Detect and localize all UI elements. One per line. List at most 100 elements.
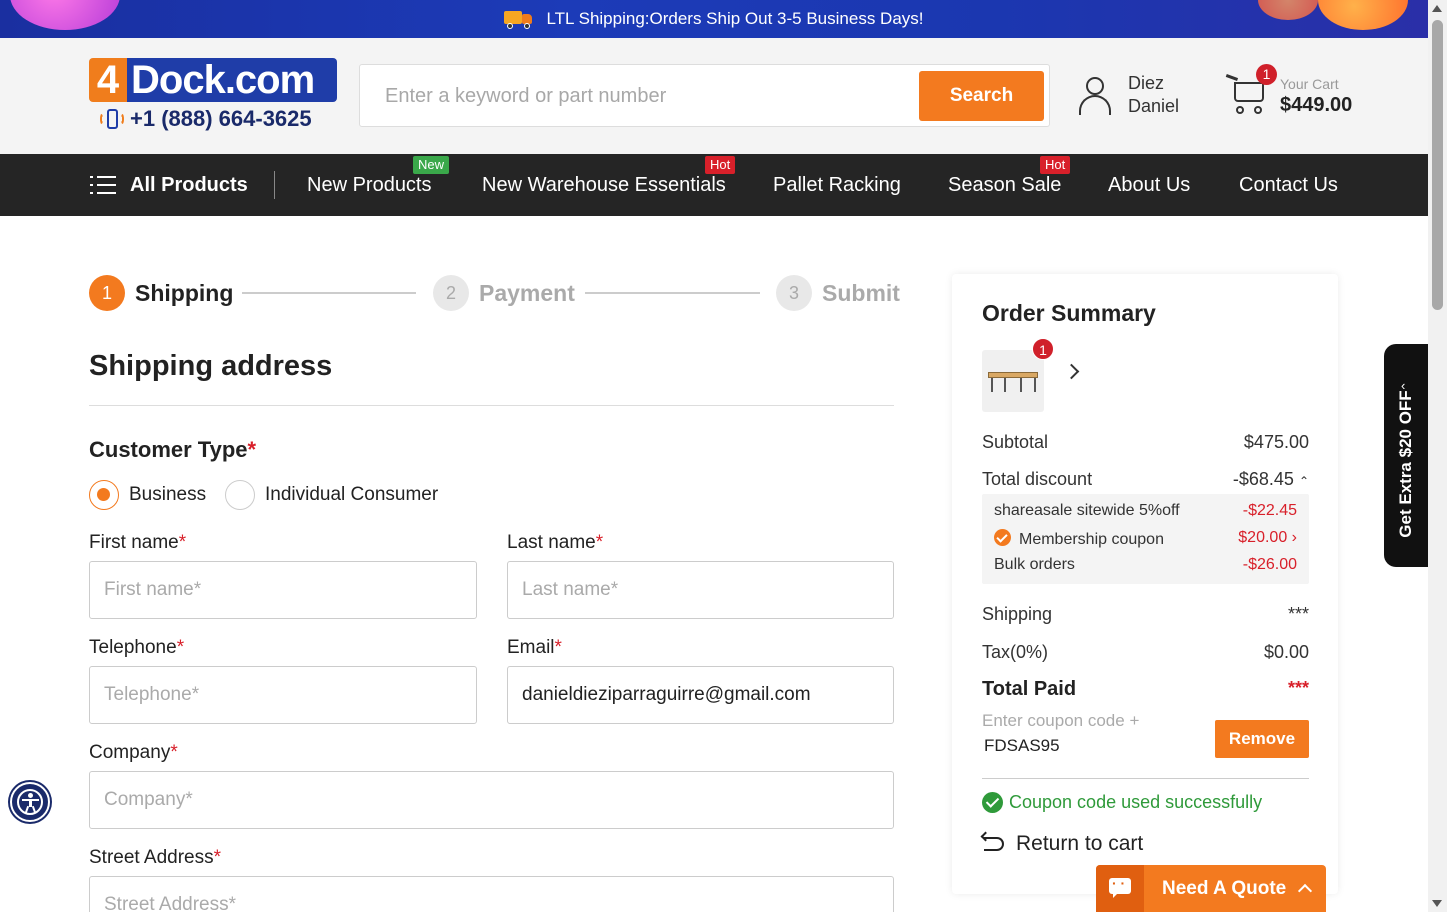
step-shipping: 1 Shipping xyxy=(89,275,233,311)
return-to-cart-link[interactable]: Return to cart xyxy=(980,831,1144,856)
scrollbar-thumb[interactable] xyxy=(1432,20,1443,310)
promo-side-tab[interactable]: ‹ Get Extra $20 OFF xyxy=(1384,344,1428,567)
discount-item-label: Bulk orders xyxy=(994,556,1075,573)
user-account[interactable]: Diez Daniel xyxy=(1076,72,1179,118)
telephone-label: Telephone* xyxy=(89,637,185,658)
discount-details: shareasale sitewide 5%off -$22.45 Member… xyxy=(982,494,1309,584)
radio-circle xyxy=(225,480,255,510)
telephone-field[interactable] xyxy=(89,666,477,724)
subtotal-value: $475.00 xyxy=(1243,432,1309,452)
phone-icon xyxy=(100,108,124,130)
logo-prefix: 4 xyxy=(89,58,127,102)
cart-label: Your Cart xyxy=(1280,76,1339,92)
top-banner: LTL Shipping:Orders Ship Out 3-5 Busines… xyxy=(0,0,1428,38)
scrollbar[interactable] xyxy=(1428,0,1447,912)
company-field[interactable] xyxy=(89,771,894,829)
chevron-right-icon[interactable] xyxy=(1063,363,1080,380)
nav-new-products[interactable]: New Products New xyxy=(307,154,450,216)
user-icon xyxy=(1076,75,1114,115)
search-input[interactable] xyxy=(372,73,912,119)
nav-all-products[interactable]: All Products xyxy=(90,154,248,216)
total-paid-value: *** xyxy=(1287,678,1309,698)
product-thumbnail[interactable] xyxy=(982,350,1044,412)
order-summary: Order Summary 1 Subtotal $475.00 Total d… xyxy=(952,274,1338,894)
site-header: 4 Dock.com +1 (888) 664-3625 Search Diez… xyxy=(0,38,1428,154)
truck-icon xyxy=(504,9,534,29)
chevron-up-icon xyxy=(1298,883,1313,899)
step-payment: 2 Payment xyxy=(433,275,575,311)
discount-item-value: -$22.45 xyxy=(1242,502,1297,519)
radio-label: Individual Consumer xyxy=(265,484,439,505)
discount-item-label: shareasale sitewide 5%off xyxy=(994,502,1180,519)
discount-value: -$68.45 xyxy=(1232,469,1294,489)
shipping-value: *** xyxy=(1287,604,1309,624)
banner-decoration xyxy=(1318,0,1408,30)
chevron-right-icon: › xyxy=(1291,529,1297,546)
nav-contact-us[interactable]: Contact Us xyxy=(1239,154,1338,216)
email-label: Email* xyxy=(507,637,562,658)
radio-individual-consumer[interactable]: Individual Consumer xyxy=(225,480,438,510)
banner-decoration xyxy=(1258,0,1318,20)
user-last-name: Daniel xyxy=(1128,96,1180,116)
email-field[interactable] xyxy=(507,666,894,724)
shipping-label: Shipping xyxy=(982,604,1053,624)
nav-label: Contact Us xyxy=(1239,174,1338,196)
cart-count-badge: 1 xyxy=(1256,64,1277,85)
divider xyxy=(982,778,1309,779)
phone-text: +1 (888) 664-3625 xyxy=(130,106,312,131)
search-button[interactable]: Search xyxy=(919,71,1044,121)
order-summary-title: Order Summary xyxy=(982,300,1156,326)
step-label: Submit xyxy=(822,279,900,306)
last-name-label: Last name* xyxy=(507,532,604,553)
page-title: Shipping address xyxy=(89,350,333,382)
step-submit: 3 Submit xyxy=(776,275,900,311)
divider xyxy=(89,405,894,406)
first-name-field[interactable] xyxy=(89,561,477,619)
nav-season-sale[interactable]: Season Sale Hot xyxy=(948,154,1071,216)
discount-item: shareasale sitewide 5%off -$22.45 xyxy=(994,502,1297,520)
discount-item: Bulk orders -$26.00 xyxy=(994,556,1297,574)
last-name-field[interactable] xyxy=(507,561,894,619)
nav-label: Season Sale xyxy=(948,174,1062,196)
step-number: 2 xyxy=(433,275,469,311)
check-icon xyxy=(994,529,1011,546)
radio-label: Business xyxy=(129,484,207,505)
chevron-up-icon: ⌃ xyxy=(1298,474,1309,488)
return-icon xyxy=(980,831,1006,853)
first-name-label: First name* xyxy=(89,532,187,553)
return-text: Return to cart xyxy=(1016,832,1144,855)
nav-pallet-racking[interactable]: Pallet Racking xyxy=(773,154,901,216)
chat-icon xyxy=(1096,865,1144,912)
nav-label: New Products xyxy=(307,174,432,196)
scroll-up-icon[interactable] xyxy=(1432,5,1442,12)
nav-label: New Warehouse Essentials xyxy=(482,174,726,196)
nav-label: Pallet Racking xyxy=(773,174,901,196)
nav-about-us[interactable]: About Us xyxy=(1108,154,1190,216)
success-text: Coupon code used successfully xyxy=(1009,792,1263,812)
customer-type-label: Customer Type* xyxy=(89,437,257,462)
tax-row: Tax(0%) $0.00 xyxy=(982,642,1309,663)
discount-item-value: $20.00 xyxy=(1238,529,1288,546)
radio-business[interactable]: Business xyxy=(89,480,206,510)
quote-label: Need A Quote xyxy=(1162,877,1287,899)
discount-label: Total discount xyxy=(982,469,1093,489)
phone-number[interactable]: +1 (888) 664-3625 xyxy=(100,106,312,132)
discount-item-membership[interactable]: Membership coupon $20.00 › xyxy=(994,529,1297,549)
total-discount-row[interactable]: Total discount -$68.45 ⌃ xyxy=(982,469,1309,490)
scroll-down-icon[interactable] xyxy=(1432,900,1442,907)
menu-icon xyxy=(90,175,116,195)
site-logo[interactable]: 4 Dock.com xyxy=(89,58,337,102)
promo-text: Get Extra $20 OFF xyxy=(1396,390,1415,538)
company-label: Company* xyxy=(89,742,178,763)
coupon-code: FDSAS95 xyxy=(984,736,1060,755)
banner-text: LTL Shipping:Orders Ship Out 3-5 Busines… xyxy=(546,9,924,28)
user-first-name: Diez xyxy=(1128,73,1165,93)
tax-value: $0.00 xyxy=(1263,642,1309,662)
nav-new-warehouse-essentials[interactable]: New Warehouse Essentials Hot xyxy=(482,154,736,216)
remove-coupon-button[interactable]: Remove xyxy=(1215,720,1309,758)
street-address-field[interactable] xyxy=(89,876,894,912)
accessibility-icon[interactable] xyxy=(10,782,50,822)
step-connector xyxy=(585,292,760,294)
coupon-input-label[interactable]: Enter coupon code + xyxy=(982,711,1139,731)
need-a-quote-button[interactable]: Need A Quote xyxy=(1096,865,1326,912)
